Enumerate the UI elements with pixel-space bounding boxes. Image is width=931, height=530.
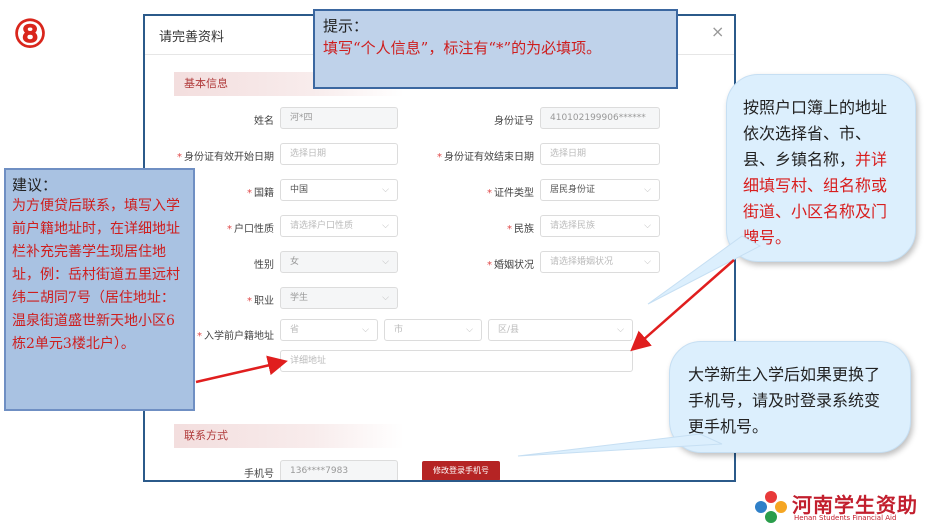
chevron-down-icon: ⌵	[362, 325, 369, 335]
address-tip-bubble: 按照户口簿上的地址依次选择省、市、县、乡镇名称，并详细填写村、组名称或街道、小区…	[726, 74, 916, 262]
label-ethnicity: * 民族	[507, 224, 534, 235]
dialog-title: 请完善资料	[159, 30, 225, 45]
household-type-select[interactable]: 请选择户口性质 ⌵	[280, 215, 398, 237]
gender-select: 女 ⌵	[280, 251, 398, 273]
label-id-number: 身份证号	[494, 116, 534, 127]
chevron-down-icon: ⌵	[382, 185, 389, 195]
chevron-down-icon: ⌵	[466, 325, 473, 335]
name-field: 河*四	[280, 107, 398, 129]
district-select[interactable]: 区/县 ⌵	[488, 319, 633, 341]
hint-body: 填写“个人信息”，标注有“*”的为必填项。	[323, 39, 602, 57]
id-end-date-picker[interactable]: 选择日期	[540, 143, 660, 165]
marital-status-select[interactable]: 请选择婚姻状况 ⌵	[540, 251, 660, 273]
chevron-down-icon: ⌵	[382, 221, 389, 231]
nationality-select[interactable]: 中国 ⌵	[280, 179, 398, 201]
hint-title: 提示：	[323, 17, 369, 35]
province-select[interactable]: 省 ⌵	[280, 319, 378, 341]
label-marital-status: * 婚姻状况	[487, 260, 534, 271]
occupation-select: 学生 ⌵	[280, 287, 398, 309]
chevron-down-icon: ⌵	[644, 257, 651, 267]
city-select[interactable]: 市 ⌵	[384, 319, 482, 341]
id-start-date-picker[interactable]: 选择日期	[280, 143, 398, 165]
step-number-badge: ⑧	[12, 11, 48, 56]
phone-tip-bubble: 大学新生入学后如果更换了手机号，请及时登录系统变更手机号。	[669, 341, 911, 453]
id-number-field: 410102199906******	[540, 107, 660, 129]
chevron-down-icon: ⌵	[382, 257, 389, 267]
chevron-down-icon: ⌵	[382, 293, 389, 303]
chevron-down-icon: ⌵	[644, 221, 651, 231]
logo-subtitle: Henan Students Financial Aid	[794, 514, 897, 522]
hint-callout: 提示： 填写“个人信息”，标注有“*”的为必填项。	[313, 9, 678, 89]
chevron-down-icon: ⌵	[644, 185, 651, 195]
change-login-phone-button[interactable]: 修改登录手机号	[422, 461, 500, 480]
suggestion-callout: 建议： 为方便贷后联系，填写入学前户籍地址时，在详细地址栏补充完善学生现居住地址…	[4, 168, 195, 411]
suggestion-body: 为方便贷后联系，填写入学前户籍地址时，在详细地址栏补充完善学生现居住地址，例：岳…	[12, 198, 180, 352]
flower-logo-icon	[755, 491, 787, 523]
close-icon[interactable]: ×	[711, 22, 724, 41]
label-id-start-date: * 身份证有效开始日期	[177, 152, 274, 163]
section-contact: 联系方式	[174, 424, 404, 448]
label-phone: 手机号	[244, 469, 274, 480]
detail-address-input[interactable]: 详细地址	[280, 350, 633, 372]
chevron-down-icon: ⌵	[617, 325, 624, 335]
henan-student-aid-logo: 河南学生资助 Henan Students Financial Aid	[754, 487, 926, 527]
label-id-end-date: * 身份证有效结束日期	[437, 152, 534, 163]
suggestion-title: 建议：	[12, 176, 58, 194]
ethnicity-select[interactable]: 请选择民族 ⌵	[540, 215, 660, 237]
phone-tip-text: 大学新生入学后如果更换了手机号，请及时登录系统变更手机号。	[688, 365, 881, 436]
id-type-select[interactable]: 居民身份证 ⌵	[540, 179, 660, 201]
phone-field: 136****7983	[280, 460, 398, 480]
label-name: 姓名	[254, 116, 274, 127]
label-id-type: * 证件类型	[487, 188, 534, 199]
